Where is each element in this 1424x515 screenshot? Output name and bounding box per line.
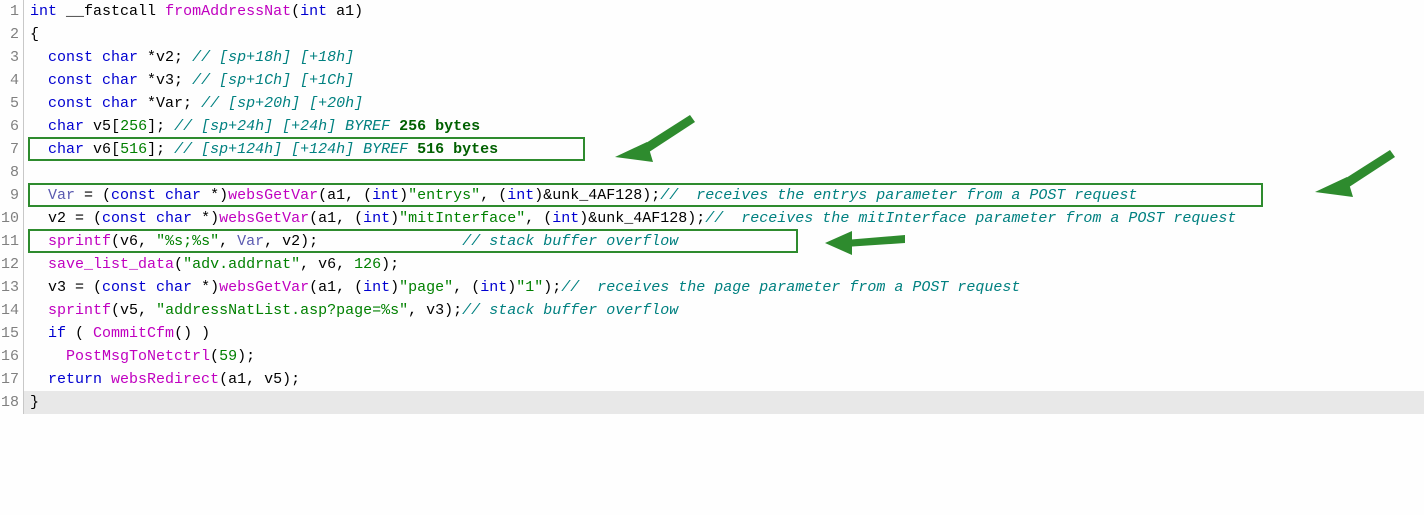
code-line: 8 xyxy=(0,161,1424,184)
code-line: 11 sprintf(v6, "%s;%s", Var, v2); // sta… xyxy=(0,230,1424,253)
code-line: 13 v3 = (const char *)websGetVar(a1, (in… xyxy=(0,276,1424,299)
line-number: 3 xyxy=(0,46,24,69)
code-editor[interactable]: 1 int __fastcall fromAddressNat(int a1) … xyxy=(0,0,1424,414)
code-line: 18 } xyxy=(0,391,1424,414)
code-line: 1 int __fastcall fromAddressNat(int a1) xyxy=(0,0,1424,23)
line-number: 1 xyxy=(0,0,24,23)
code-line: 3 const char *v2; // [sp+18h] [+18h] xyxy=(0,46,1424,69)
code-line: 9 Var = (const char *)websGetVar(a1, (in… xyxy=(0,184,1424,207)
code-line: 17 return websRedirect(a1, v5); xyxy=(0,368,1424,391)
line-number: 4 xyxy=(0,69,24,92)
line-number: 16 xyxy=(0,345,24,368)
line-number: 17 xyxy=(0,368,24,391)
line-number: 13 xyxy=(0,276,24,299)
code-line: 4 const char *v3; // [sp+1Ch] [+1Ch] xyxy=(0,69,1424,92)
code-line: 15 if ( CommitCfm() ) xyxy=(0,322,1424,345)
code-line: 7 char v6[516]; // [sp+124h] [+124h] BYR… xyxy=(0,138,1424,161)
line-number: 9 xyxy=(0,184,24,207)
line-number: 6 xyxy=(0,115,24,138)
code-line: 5 const char *Var; // [sp+20h] [+20h] xyxy=(0,92,1424,115)
line-number: 7 xyxy=(0,138,24,161)
line-number: 2 xyxy=(0,23,24,46)
code-line: 10 v2 = (const char *)websGetVar(a1, (in… xyxy=(0,207,1424,230)
line-number: 12 xyxy=(0,253,24,276)
line-number: 11 xyxy=(0,230,24,253)
code-line: 2 { xyxy=(0,23,1424,46)
line-number: 5 xyxy=(0,92,24,115)
line-number: 15 xyxy=(0,322,24,345)
line-number: 18 xyxy=(0,391,24,414)
code-line: 12 save_list_data("adv.addrnat", v6, 126… xyxy=(0,253,1424,276)
code-line: 16 PostMsgToNetctrl(59); xyxy=(0,345,1424,368)
line-number: 8 xyxy=(0,161,24,184)
line-number: 14 xyxy=(0,299,24,322)
code-line: 14 sprintf(v5, "addressNatList.asp?page=… xyxy=(0,299,1424,322)
code-line: 6 char v5[256]; // [sp+24h] [+24h] BYREF… xyxy=(0,115,1424,138)
line-number: 10 xyxy=(0,207,24,230)
